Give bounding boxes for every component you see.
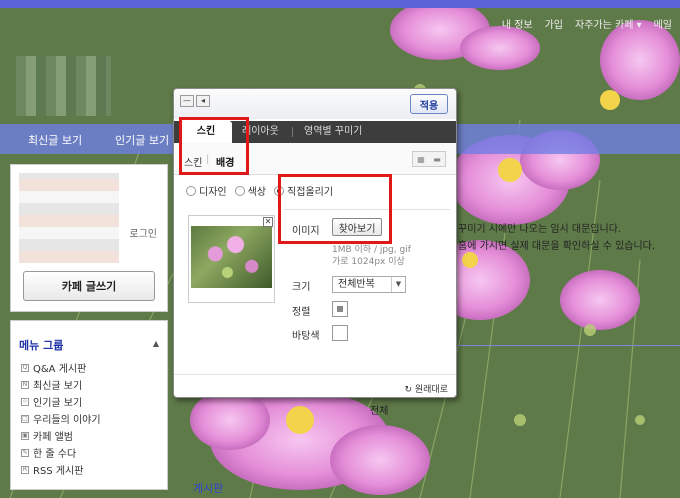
- upload-hint-width: 가로 1024px 이상: [332, 257, 405, 267]
- login-link[interactable]: 로그인: [129, 225, 157, 240]
- radio-dot: [186, 185, 196, 196]
- board-icon: Q: [21, 363, 29, 372]
- dialog-toolbar: — ◂ 적용: [174, 89, 456, 119]
- remove-image-icon[interactable]: ✕: [263, 217, 273, 227]
- preview-image: [191, 226, 272, 288]
- sub-tabs: 스킨 | 배경 ▦ ▬: [174, 143, 456, 175]
- tab-separator: [292, 127, 293, 137]
- menu-tab-popular[interactable]: 인기글 보기: [115, 132, 169, 148]
- minimize-icon[interactable]: —: [180, 95, 194, 107]
- menu-group-title: 메뉴 그룹: [19, 339, 64, 352]
- radio-label: 색상: [247, 187, 267, 198]
- grid-view-icon[interactable]: ▦: [413, 152, 429, 166]
- list-view-icon[interactable]: ▬: [429, 152, 445, 166]
- radio-upload[interactable]: 직접올리기: [274, 183, 333, 198]
- subtab-skin[interactable]: 스킨: [184, 154, 202, 169]
- tab-area-decor[interactable]: 영역별 꾸미기: [304, 121, 362, 143]
- view-toggle: ▦ ▬: [412, 151, 446, 167]
- radio-label: 디자인: [199, 187, 227, 198]
- menu-item-story[interactable]: □ 우리들의 이야기: [21, 410, 101, 427]
- tab-skin[interactable]: 스킨: [180, 121, 232, 143]
- background-preview: ✕: [188, 215, 275, 303]
- subtab-separator: |: [206, 154, 210, 165]
- background-type-radios: 디자인 색상 직접올리기: [186, 183, 333, 198]
- new-icon: N: [21, 380, 29, 389]
- align-grid-icon[interactable]: [332, 301, 348, 317]
- radio-dot-selected: [274, 185, 285, 196]
- skin-settings-dialog: — ◂ 적용 스킨 레이아웃 영역별 꾸미기 스킨 | 배경 ▦ ▬ 디자인 색…: [173, 88, 457, 398]
- bgcolor-label: 바탕색: [292, 331, 320, 342]
- rss-icon: R: [21, 465, 29, 474]
- restore-default-link[interactable]: ↻ 원래대로: [404, 382, 448, 395]
- menu-item-label: 우리들의 이야기: [33, 415, 101, 426]
- gnb-favorite-cafe[interactable]: 자주가는 카페 ▾: [575, 16, 642, 31]
- temp-front-notice-2: 홈에 가시면 실제 대문을 확인하실 수 있습니다.: [458, 241, 656, 252]
- gnb-mail[interactable]: 메일: [654, 16, 672, 31]
- menu-item-qna[interactable]: Q Q&A 게시판: [21, 359, 101, 376]
- collapse-arrow-icon[interactable]: ▲: [153, 339, 159, 348]
- album-icon: ▣: [21, 431, 29, 440]
- size-value: 전체반복: [338, 279, 375, 290]
- radio-dot: [234, 185, 245, 196]
- align-label: 정렬: [292, 307, 311, 318]
- section-label: 전체: [370, 406, 389, 417]
- pin-icon[interactable]: ◂: [196, 95, 210, 107]
- menu-item-label: 최신글 보기: [33, 381, 83, 392]
- radio-design[interactable]: 디자인: [186, 183, 227, 198]
- star-icon: ☆: [21, 397, 29, 406]
- menu-group-box: 메뉴 그룹 ▲ Q Q&A 게시판 N 최신글 보기 ☆ 인기글 보기 □ 우리들의 이…: [10, 320, 168, 490]
- bgcolor-swatch[interactable]: [332, 325, 348, 341]
- size-label: 크기: [292, 282, 311, 293]
- gnb-join[interactable]: 가입: [545, 16, 563, 31]
- global-nav: 내 정보 가입 자주가는 카페 ▾ 메일: [502, 16, 672, 31]
- restore-label: 원래대로: [414, 385, 448, 395]
- menu-item-label: Q&A 게시판: [33, 364, 87, 375]
- subtab-background[interactable]: 배경: [216, 154, 234, 169]
- menu-list: Q Q&A 게시판 N 최신글 보기 ☆ 인기글 보기 □ 우리들의 이야기 ▣ 카페 앨…: [21, 359, 101, 478]
- write-post-button[interactable]: 카페 글쓰기: [23, 271, 155, 301]
- radio-label: 직접올리기: [287, 187, 334, 198]
- board-label[interactable]: 게시판: [193, 480, 223, 496]
- top-accent-bar: [0, 0, 680, 8]
- cafe-title-blurred: [16, 56, 111, 116]
- browse-button[interactable]: 찾아보기: [332, 218, 382, 236]
- options-divider: [284, 209, 450, 210]
- apply-button[interactable]: 적용: [410, 94, 448, 114]
- temp-front-notice-1: 꾸미기 시에만 나오는 임시 대문입니다.: [458, 224, 622, 235]
- tab-layout[interactable]: 레이아웃: [242, 121, 279, 143]
- footer-divider: [174, 374, 456, 375]
- profile-info-blurred: [19, 173, 119, 263]
- menu-item-album[interactable]: ▣ 카페 앨범: [21, 427, 101, 444]
- board-icon: □: [21, 414, 29, 423]
- image-label: 이미지: [292, 226, 320, 237]
- menu-item-popular[interactable]: ☆ 인기글 보기: [21, 393, 101, 410]
- size-select[interactable]: 전체반복 ▼: [332, 276, 406, 293]
- pencil-icon: ✎: [21, 448, 29, 457]
- content-divider: [458, 345, 680, 346]
- menu-item-label: 한 줄 수다: [33, 449, 77, 460]
- gnb-my-info[interactable]: 내 정보: [502, 16, 533, 31]
- chevron-down-icon: ▼: [391, 277, 405, 292]
- menu-item-label: RSS 게시판: [33, 466, 84, 477]
- menu-item-latest[interactable]: N 최신글 보기: [21, 376, 101, 393]
- radio-color[interactable]: 색상: [234, 183, 267, 198]
- profile-box: 로그인 카페 글쓰기: [10, 164, 168, 312]
- menu-tab-latest[interactable]: 최신글 보기: [28, 132, 82, 148]
- menu-item-oneline[interactable]: ✎ 한 줄 수다: [21, 444, 101, 461]
- menu-item-rss[interactable]: R RSS 게시판: [21, 461, 101, 478]
- dialog-tabs: 스킨 레이아웃 영역별 꾸미기: [174, 121, 456, 143]
- menu-item-label: 카페 앨범: [33, 432, 73, 443]
- menu-item-label: 인기글 보기: [33, 398, 83, 409]
